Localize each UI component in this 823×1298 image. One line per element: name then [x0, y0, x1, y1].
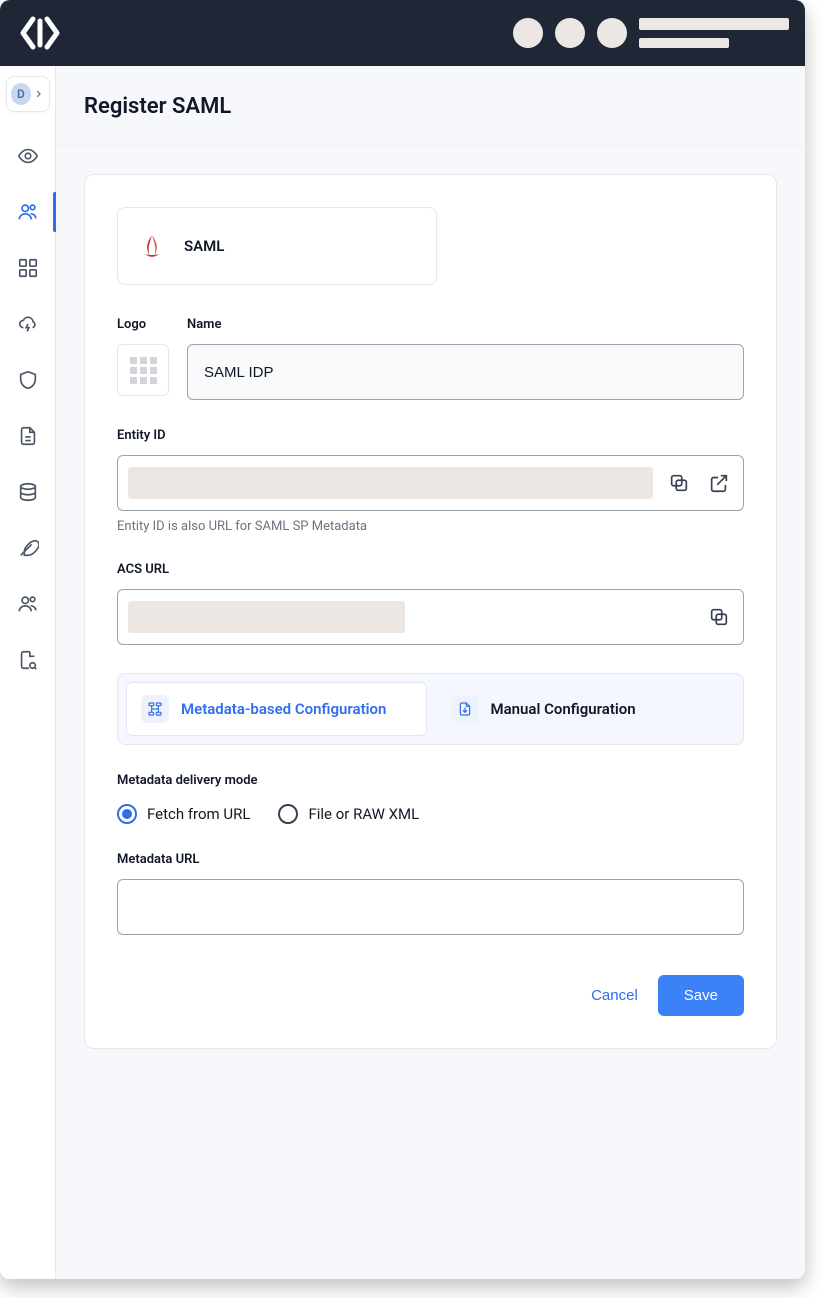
acs-url-value-mask [128, 601, 405, 633]
external-link-icon [708, 472, 730, 494]
entity-id-label: Entity ID [117, 428, 744, 443]
entity-id-field [117, 455, 744, 511]
nav-docs[interactable] [0, 408, 56, 464]
copy-icon [708, 606, 730, 628]
app-frame: D [0, 0, 805, 1279]
logo-label: Logo [117, 317, 169, 332]
radio-fetch-url[interactable]: Fetch from URL [117, 804, 250, 824]
database-icon [17, 481, 39, 503]
tab-manual-label: Manual Configuration [491, 700, 636, 718]
team-icon [17, 593, 39, 615]
chevron-right-icon [33, 88, 44, 100]
brand-logo [16, 9, 64, 57]
file-text-icon [17, 425, 39, 447]
delivery-mode-options: Fetch from URL File or RAW XML [117, 804, 744, 824]
metadata-icon [147, 701, 163, 717]
entity-id-section: Entity ID Entity ID is also URL for SAML… [117, 428, 744, 534]
radio-fetch-label: Fetch from URL [147, 805, 250, 823]
nav-audit[interactable] [0, 632, 56, 688]
idp-tile: SAML [117, 207, 437, 285]
logo-placeholder-icon [130, 357, 157, 384]
page-title: Register SAML [84, 94, 777, 119]
entity-id-helper: Entity ID is also URL for SAML SP Metada… [117, 519, 744, 534]
nav-users[interactable] [0, 184, 56, 240]
nav-team[interactable] [0, 576, 56, 632]
header-placeholder-circle [555, 18, 585, 48]
idp-name: SAML [184, 237, 224, 255]
name-col: Name [187, 317, 744, 400]
copy-entity-id-button[interactable] [665, 469, 693, 497]
save-button[interactable]: Save [658, 975, 744, 1016]
shield-icon [17, 369, 39, 391]
nav-database[interactable] [0, 464, 56, 520]
open-entity-id-button[interactable] [705, 469, 733, 497]
acs-url-section: ACS URL [117, 562, 744, 645]
nav-cloud[interactable] [0, 296, 56, 352]
cancel-button[interactable]: Cancel [591, 987, 638, 1004]
cloud-lightning-icon [17, 313, 39, 335]
tab-manual-config[interactable]: Manual Configuration [437, 682, 736, 736]
radio-circle-icon [117, 804, 137, 824]
acs-url-field [117, 589, 744, 645]
form-card: SAML Logo [84, 174, 777, 1049]
config-tabs: Metadata-based Configuration Manual Conf… [117, 673, 744, 745]
name-label: Name [187, 317, 744, 332]
grid-icon [17, 257, 39, 279]
saml-logo-icon [138, 232, 166, 260]
main: Register SAML SAML [56, 66, 805, 1279]
copy-icon [668, 472, 690, 494]
nav-security[interactable] [0, 352, 56, 408]
file-search-icon [17, 649, 39, 671]
tab-metadata-config[interactable]: Metadata-based Configuration [126, 682, 427, 736]
users-icon [17, 201, 39, 223]
entity-id-value-mask [128, 467, 653, 499]
metadata-url-section: Metadata URL [117, 852, 744, 935]
acs-url-label: ACS URL [117, 562, 744, 577]
tab-metadata-label: Metadata-based Configuration [181, 700, 386, 718]
sidebar: D [0, 66, 56, 1279]
nav-feather[interactable] [0, 520, 56, 576]
nav-apps[interactable] [0, 240, 56, 296]
copy-acs-url-button[interactable] [705, 603, 733, 631]
form-actions: Cancel Save [117, 975, 744, 1016]
org-switcher[interactable]: D [6, 76, 50, 112]
delivery-mode-label: Metadata delivery mode [117, 773, 744, 788]
radio-file-label: File or RAW XML [308, 805, 419, 823]
nav-overview[interactable] [0, 128, 56, 184]
metadata-url-input[interactable] [117, 879, 744, 935]
header-text-placeholder [639, 18, 789, 48]
code-bracket-icon [16, 9, 64, 57]
feather-icon [17, 537, 39, 559]
metadata-url-label: Metadata URL [117, 852, 744, 867]
radio-circle-icon [278, 804, 298, 824]
org-badge: D [11, 83, 32, 105]
header-avatar-placeholder[interactable] [597, 18, 627, 48]
body: D [0, 66, 805, 1279]
page-header: Register SAML [56, 66, 805, 146]
topbar-right [513, 18, 789, 48]
header-placeholder-circle [513, 18, 543, 48]
eye-icon [17, 145, 39, 167]
delivery-mode-section: Metadata delivery mode Fetch from URL Fi… [117, 773, 744, 824]
manual-icon [457, 701, 473, 717]
name-input[interactable] [187, 344, 744, 400]
logo-col: Logo [117, 317, 169, 400]
content: SAML Logo [56, 146, 805, 1077]
radio-file-raw[interactable]: File or RAW XML [278, 804, 419, 824]
logo-upload[interactable] [117, 344, 169, 396]
topbar [0, 0, 805, 66]
